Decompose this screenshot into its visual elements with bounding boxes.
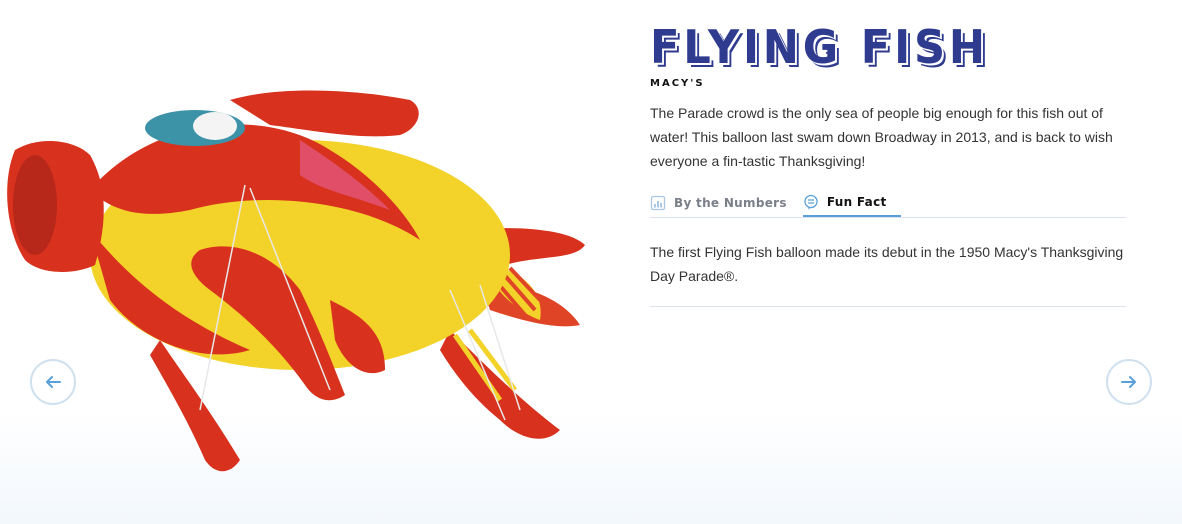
fun-fact-text: The first Flying Fish balloon made its d… — [650, 240, 1126, 307]
tab-fun-fact[interactable]: Fun Fact — [802, 188, 901, 217]
arrow-left-icon — [46, 376, 61, 388]
balloon-description: The Parade crowd is the only sea of peop… — [650, 105, 1113, 169]
tab-label: Fun Fact — [826, 194, 887, 209]
next-balloon-button[interactable] — [1106, 359, 1152, 405]
previous-balloon-button[interactable] — [30, 359, 76, 405]
balloon-tabs: By the Numbers Fun Fact — [650, 187, 1126, 218]
tab-by-the-numbers[interactable]: By the Numbers — [650, 188, 787, 217]
bar-chart-icon — [650, 195, 666, 210]
flying-fish-balloon-image — [7, 90, 585, 472]
balloon-sponsor: MACY'S — [650, 78, 705, 89]
balloon-info-panel: FLYING FISH MACY'S The Parade crowd is t… — [650, 20, 1126, 321]
balloon-detail-page: FLYING FISH MACY'S The Parade crowd is t… — [0, 0, 1182, 524]
speech-bubble-icon — [804, 194, 818, 209]
tab-label: By the Numbers — [674, 195, 787, 210]
balloon-title: FLYING FISH — [650, 20, 989, 74]
arrow-right-icon — [1121, 376, 1136, 388]
